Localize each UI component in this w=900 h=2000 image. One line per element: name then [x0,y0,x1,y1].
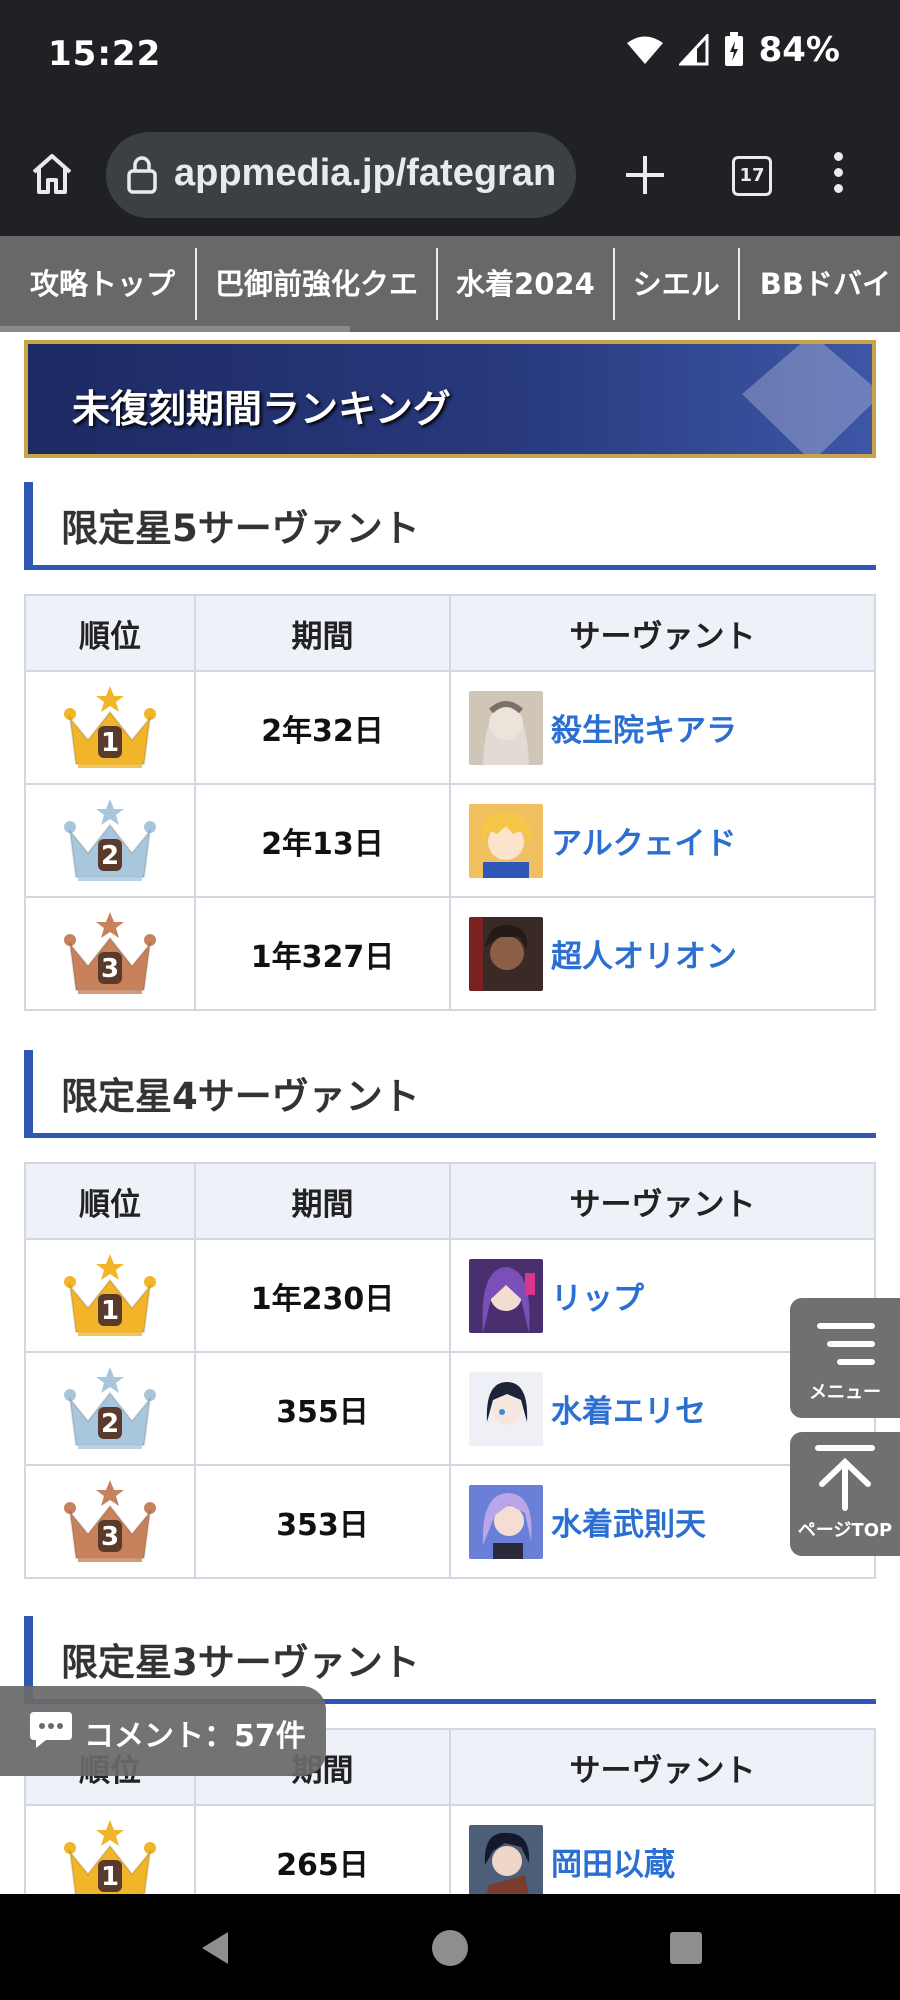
svg-text:3: 3 [101,1522,119,1552]
svg-text:2: 2 [101,1409,119,1439]
svg-text:1: 1 [101,1296,119,1326]
ranking-table-star5: 順位 期間 サーヴァント 1 2年32日 殺生院キアラ 2 2年13日 アルクェ… [24,594,876,1011]
period-cell: 2年13日 [194,783,451,898]
silver-crown-icon: 2 [64,798,156,881]
menu-button[interactable]: メニュー [790,1298,900,1418]
banner-emblem-icon [742,344,872,454]
servant-avatar [469,1258,543,1333]
servant-link[interactable]: 超人オリオン [551,931,737,976]
gold-crown-icon: 1 [64,1253,156,1336]
bronze-crown-icon: 3 [64,911,156,994]
battery-icon [724,32,743,66]
status-time: 15:22 [48,34,162,74]
home-icon[interactable] [28,150,76,198]
table-row: 3 1年327日 超人オリオン [24,896,876,1011]
ranking-banner: 未復刻期間ランキング [24,340,876,458]
comment-count-label: コメント：57件 [84,1719,306,1754]
header-servant: サーヴァント [449,1162,876,1240]
table-row: 2 355日 水着エリセ [24,1351,876,1466]
section-title: 限定星4サーヴァント [61,1075,420,1118]
signal-icon [678,34,709,66]
more-menu-icon[interactable] [828,152,848,200]
tab-switcher-button[interactable]: 17 [732,156,772,196]
table-row: 1 265日 岡田以蔵 [24,1804,876,1894]
section-title: 限定星5サーヴァント [61,507,420,550]
comment-icon [30,1712,72,1748]
servant-link[interactable]: 岡田以蔵 [551,1839,675,1884]
page-top-button[interactable]: ページTOP [790,1432,900,1556]
status-icons: 84% [625,30,840,70]
svg-text:1: 1 [101,728,119,758]
section-heading-star5: 限定星5サーヴァント [24,482,876,570]
nav-item-mizugi[interactable]: 水着2024 [438,248,615,320]
back-icon[interactable] [196,1928,236,1968]
nav-item-tomoe[interactable]: 巴御前強化クエ [197,248,439,320]
servant-link[interactable]: アルクェイド [551,818,736,863]
header-period: 期間 [194,1162,451,1240]
nav-item-bb[interactable]: BBドバイ [740,248,900,320]
browser-toolbar: appmedia.jp/fategran 17 [0,112,900,236]
gold-crown-icon: 1 [64,1819,156,1894]
system-nav-bar [0,1894,900,2000]
period-cell: 265日 [194,1804,451,1894]
period-cell: 1年230日 [194,1238,451,1353]
ranking-table-star4: 順位 期間 サーヴァント 1 1年230日 リップ 2 355日 水着エリセ 3… [24,1162,876,1579]
svg-text:2: 2 [101,841,119,871]
period-cell: 2年32日 [194,670,451,785]
table-header-row: 順位 期間 サーヴァント [24,1162,876,1240]
comment-button[interactable]: コメント：57件 [0,1686,326,1776]
section-title: 限定星3サーヴァント [61,1641,420,1684]
servant-link[interactable]: リップ [551,1273,644,1318]
servant-avatar [469,690,543,765]
table-row: 1 1年230日 リップ [24,1238,876,1353]
period-cell: 1年327日 [194,896,451,1011]
period-cell: 355日 [194,1351,451,1466]
table-row: 1 2年32日 殺生院キアラ [24,670,876,785]
table-header-row: 順位 期間 サーヴァント [24,594,876,672]
category-nav: 攻略トップ 巴御前強化クエ 水着2024 シエル BBドバイ [0,236,900,332]
servant-avatar [469,916,543,991]
recents-icon[interactable] [668,1930,704,1966]
hamburger-icon [817,1323,875,1365]
table-row: 2 2年13日 アルクェイド [24,783,876,898]
new-tab-icon[interactable] [622,152,668,198]
servant-link[interactable]: 水着エリセ [551,1386,706,1431]
header-period: 期間 [194,594,451,672]
servant-link[interactable]: 水着武則天 [551,1499,706,1544]
period-cell: 353日 [194,1464,451,1579]
servant-avatar [469,803,543,878]
gold-crown-icon: 1 [64,685,156,768]
lock-icon [127,156,157,194]
servant-avatar [469,1371,543,1446]
banner-title: 未復刻期間ランキング [72,387,451,431]
home-circle-icon[interactable] [430,1928,470,1968]
header-rank: 順位 [24,1162,196,1240]
nav-scroll-indicator [0,326,350,332]
page-top-label: ページTOP [797,1520,893,1541]
page-content: 攻略トップ 巴御前強化クエ 水着2024 シエル BBドバイ 未復刻期間ランキン… [0,236,900,1894]
servant-link[interactable]: 殺生院キアラ [551,705,737,750]
header-servant: サーヴァント [449,594,876,672]
header-rank: 順位 [24,594,196,672]
nav-item-top[interactable]: 攻略トップ [0,248,198,320]
status-bar: 15:22 84% [0,0,900,112]
servant-avatar [469,1824,543,1894]
header-servant: サーヴァント [449,1728,876,1806]
svg-text:1: 1 [101,1862,119,1892]
table-row: 3 353日 水着武則天 [24,1464,876,1579]
servant-avatar [469,1484,543,1559]
section-heading-star4: 限定星4サーヴァント [24,1050,876,1138]
url-text: appmedia.jp/fategran [174,152,557,194]
svg-text:3: 3 [101,954,119,984]
arrow-up-icon [815,1445,875,1511]
address-bar[interactable]: appmedia.jp/fategran [106,132,576,218]
silver-crown-icon: 2 [64,1366,156,1449]
bronze-crown-icon: 3 [64,1479,156,1562]
menu-label: メニュー [809,1382,881,1403]
nav-item-ciel[interactable]: シエル [615,248,740,320]
battery-percent: 84% [758,30,840,70]
wifi-icon [626,36,663,64]
